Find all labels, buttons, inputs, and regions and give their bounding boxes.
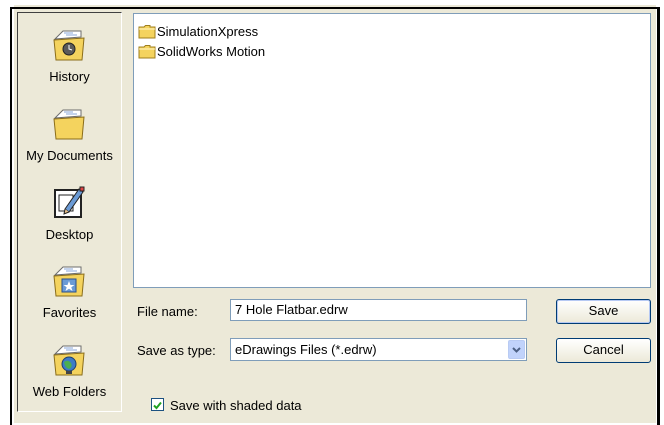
file-name-label: File name: [137,304,198,319]
save-as-type-value: eDrawings Files (*.edrw) [235,342,377,357]
save-as-type-label: Save as type: [137,343,216,358]
chevron-down-icon [512,346,521,353]
list-item-simulationxpress[interactable]: SimulationXpress [138,22,258,40]
file-name: SimulationXpress [157,23,259,39]
places-bar: History My Documents Desktop Favorites W… [17,12,122,412]
dropdown-button[interactable] [508,340,525,359]
documents-folder-icon [53,109,85,140]
place-web-folders[interactable]: Web Folders [18,336,121,408]
shaded-data-checkbox[interactable] [151,398,164,411]
folder-icon [138,24,156,38]
place-desktop[interactable]: Desktop [18,179,121,251]
save-as-type-select[interactable]: eDrawings Files (*.edrw) [230,338,527,361]
place-label: History [49,69,90,84]
save-button[interactable]: Save [556,299,651,324]
file-name: SolidWorks Motion [157,43,266,59]
folder-icon [138,44,156,58]
place-label: My Documents [26,148,113,163]
history-folder-icon [53,30,85,61]
web-folders-icon [53,345,85,376]
place-my-documents[interactable]: My Documents [18,100,121,172]
favorites-folder-icon [53,266,85,297]
save-as-dialog: History My Documents Desktop Favorites W… [0,0,664,425]
place-favorites[interactable]: Favorites [18,257,121,329]
cancel-button[interactable]: Cancel [556,338,651,363]
checkmark-icon [153,401,162,410]
desktop-icon [54,186,85,218]
frame-top [0,0,664,5]
place-label: Desktop [45,227,94,242]
file-list[interactable]: SimulationXpress SolidWorks Motion [133,13,651,288]
place-history[interactable]: History [18,21,121,93]
list-item-solidworks-motion[interactable]: SolidWorks Motion [138,42,265,60]
place-label: Web Folders [32,384,107,399]
shaded-data-label[interactable]: Save with shaded data [170,398,302,413]
file-name-input[interactable]: 7 Hole Flatbar.edrw [230,299,527,321]
place-label: Favorites [42,305,97,320]
